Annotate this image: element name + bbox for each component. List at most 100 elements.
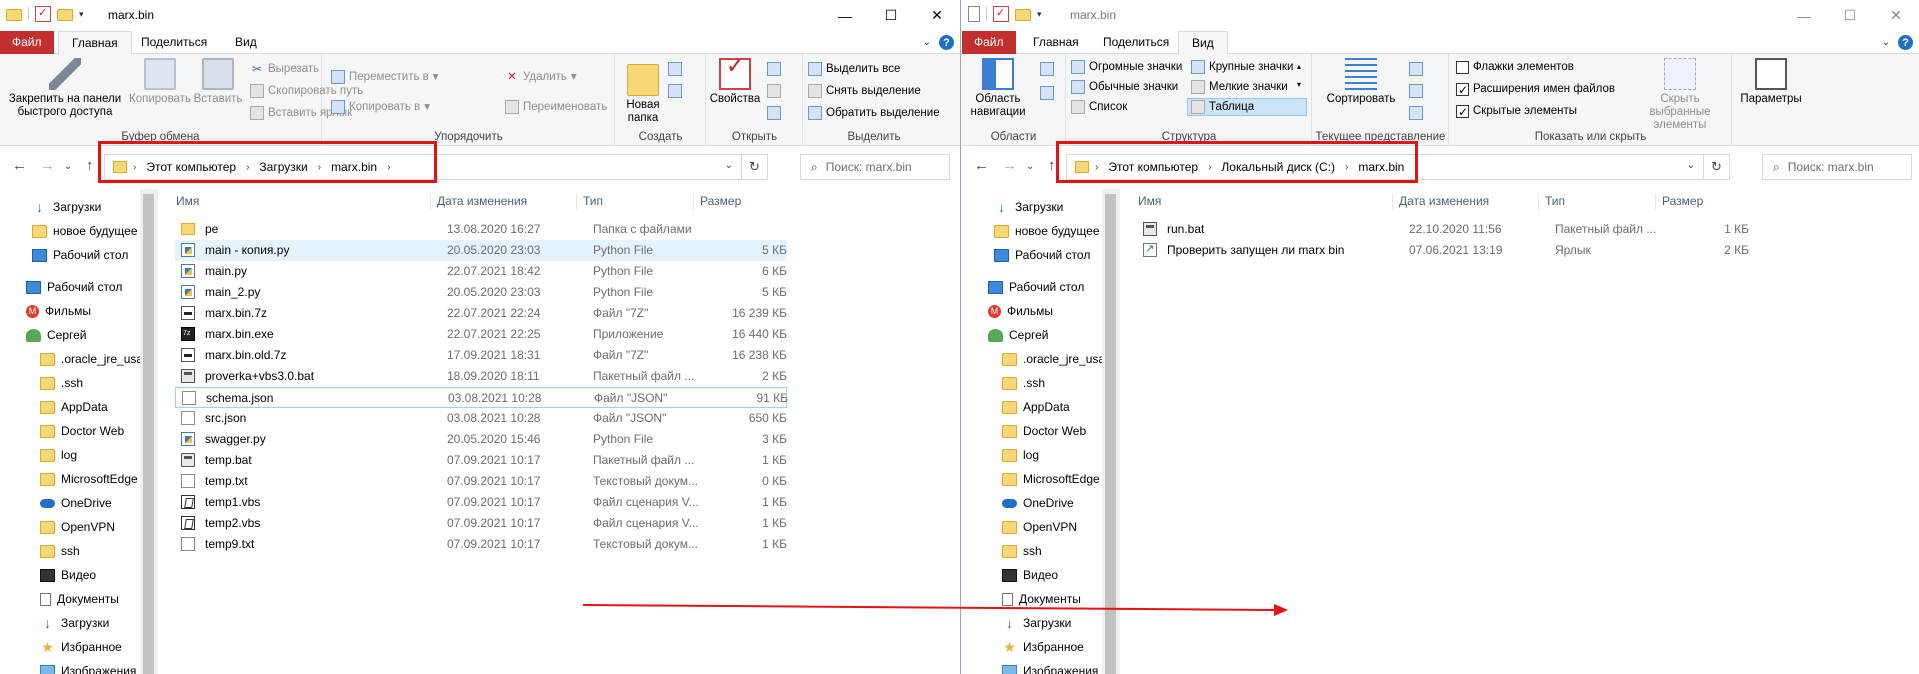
column-name[interactable]: Имя bbox=[170, 194, 430, 210]
table-row[interactable]: Проверить запущен ли marx bin 07.06.2021 … bbox=[1137, 240, 1749, 261]
nav-item[interactable]: ↓ Загрузки bbox=[40, 613, 109, 633]
refresh-icon[interactable]: ↻ bbox=[741, 155, 767, 179]
maximize-button[interactable]: ☐ bbox=[1827, 0, 1873, 31]
table-row[interactable]: src.json 03.08.2021 10:28 Файл "JSON" 650 К… bbox=[175, 408, 787, 429]
table-row[interactable]: swagger.py 20.05.2020 15:46 Python File 3 К… bbox=[175, 429, 787, 450]
scrollbar[interactable] bbox=[140, 189, 158, 674]
nav-item[interactable]: M Фильмы bbox=[988, 301, 1053, 321]
pin-quick-access-button[interactable]: Закрепить на панели быстрого доступа bbox=[4, 58, 126, 119]
nav-item[interactable]: OneDrive bbox=[40, 493, 112, 513]
copy-button[interactable]: Копировать bbox=[126, 58, 194, 106]
nav-item[interactable]: ssh bbox=[40, 541, 80, 561]
nav-item[interactable]: M Фильмы bbox=[26, 301, 91, 321]
edit-button[interactable] bbox=[767, 82, 781, 100]
customize-toolbar-icon[interactable]: ▾ bbox=[1037, 9, 1042, 20]
size-columns-button[interactable] bbox=[1409, 104, 1423, 122]
checkbox-icon[interactable] bbox=[1456, 81, 1469, 99]
nav-item[interactable]: Документы bbox=[1002, 589, 1081, 609]
column-date[interactable]: Дата изменения bbox=[430, 194, 576, 210]
nav-item[interactable]: Рабочий стол bbox=[994, 245, 1090, 265]
layout-medium-icons[interactable]: Обычные значки bbox=[1071, 78, 1178, 96]
nav-item[interactable]: ssh bbox=[1002, 541, 1042, 561]
nav-item[interactable]: Doctor Web bbox=[1002, 421, 1086, 441]
table-row[interactable]: temp1.vbs 07.09.2021 10:17 Файл сценария V… bbox=[175, 492, 787, 513]
nav-item[interactable]: ↓ Загрузки bbox=[1002, 613, 1071, 633]
paste-button[interactable]: Вставить bbox=[190, 58, 246, 106]
layout-list[interactable]: Список bbox=[1071, 98, 1127, 116]
chevron-down-icon[interactable]: ⌄ bbox=[725, 160, 733, 171]
item-checkboxes-toggle[interactable]: Флажки элементов bbox=[1456, 58, 1574, 76]
layout-extra-large-icons[interactable]: Огромные значки bbox=[1071, 58, 1182, 76]
nav-item[interactable]: .ssh bbox=[1002, 373, 1045, 393]
recent-locations-icon[interactable]: ⌄ bbox=[1026, 161, 1034, 172]
help-icon[interactable]: ? bbox=[939, 35, 954, 50]
up-arrow-icon[interactable]: ↑ bbox=[86, 157, 94, 174]
layout-large-icons[interactable]: Крупные значки bbox=[1191, 58, 1293, 76]
move-to-button[interactable]: Переместить в ▾ bbox=[331, 68, 439, 86]
nav-item[interactable]: .oracle_jre_usag bbox=[40, 349, 140, 369]
nav-item[interactable]: Документы bbox=[40, 589, 119, 609]
customize-toolbar-icon[interactable]: ▾ bbox=[79, 9, 84, 20]
layout-scroll-down-icon[interactable]: ▾ bbox=[1297, 76, 1301, 94]
nav-item[interactable]: Рабочий стол bbox=[988, 277, 1084, 297]
file-extensions-toggle[interactable]: Расширения имен файлов bbox=[1456, 80, 1615, 99]
table-row[interactable]: marx.bin.exe 22.07.2021 22:25 Приложение 16… bbox=[175, 324, 787, 345]
nav-item[interactable]: AppData bbox=[40, 397, 108, 417]
nav-item[interactable]: новое будущее bbox=[994, 221, 1100, 241]
group-by-button[interactable] bbox=[1409, 60, 1423, 78]
tab-view[interactable]: Вид bbox=[1178, 31, 1228, 55]
hide-selected-button[interactable]: Скрыть выбранные элементы bbox=[1632, 58, 1728, 132]
new-item-button[interactable] bbox=[668, 60, 682, 78]
help-icon[interactable]: ? bbox=[1898, 35, 1913, 50]
cut-button[interactable]: ✂ Вырезать bbox=[250, 60, 319, 78]
invert-selection-button[interactable]: Обратить выделение bbox=[808, 104, 940, 122]
column-name[interactable]: Имя bbox=[1132, 194, 1392, 210]
sort-by-button[interactable]: Сортировать bbox=[1321, 58, 1401, 106]
column-size[interactable]: Размер bbox=[1655, 194, 1735, 210]
preview-pane-button[interactable] bbox=[1040, 60, 1054, 78]
select-all-button[interactable]: Выделить все bbox=[808, 60, 900, 78]
column-type[interactable]: Тип bbox=[576, 194, 693, 210]
new-folder-icon[interactable] bbox=[1015, 9, 1031, 21]
easy-access-button[interactable] bbox=[668, 82, 682, 100]
nav-item[interactable]: MicrosoftEdge bbox=[1002, 469, 1100, 489]
nav-item[interactable]: ★ Избранное bbox=[40, 637, 122, 657]
table-row[interactable]: main_2.py 20.05.2020 23:03 Python File 5 КБ bbox=[175, 282, 787, 303]
chevron-down-icon[interactable]: ⌄ bbox=[1687, 160, 1695, 171]
forward-arrow-icon[interactable]: → bbox=[1002, 157, 1017, 174]
back-arrow-icon[interactable]: ← bbox=[974, 157, 989, 174]
new-folder-button[interactable]: Новая папка bbox=[618, 58, 668, 125]
scrollbar-thumb[interactable] bbox=[1105, 194, 1116, 674]
table-row[interactable]: main - копия.py 20.05.2020 23:03 Python Fi… bbox=[175, 240, 787, 261]
tab-file[interactable]: Файл bbox=[0, 31, 54, 54]
nav-item[interactable]: log bbox=[1002, 445, 1039, 465]
column-size[interactable]: Размер bbox=[693, 194, 773, 210]
nav-item[interactable]: OpenVPN bbox=[1002, 517, 1077, 537]
tab-view[interactable]: Вид bbox=[222, 31, 270, 54]
nav-item[interactable]: ★ Избранное bbox=[1002, 637, 1084, 657]
properties-icon[interactable] bbox=[993, 6, 1009, 22]
layout-details[interactable]: Таблица bbox=[1187, 98, 1307, 116]
tab-share[interactable]: Поделиться bbox=[128, 31, 220, 54]
table-row[interactable]: schema.json 03.08.2021 10:28 Файл "JSON" 91… bbox=[175, 387, 788, 408]
copy-to-button[interactable]: Копировать в ▾ bbox=[331, 98, 430, 116]
forward-arrow-icon[interactable]: → bbox=[40, 157, 55, 174]
nav-item[interactable]: OneDrive bbox=[1002, 493, 1074, 513]
layout-small-icons[interactable]: Мелкие значки bbox=[1191, 78, 1288, 96]
nav-item[interactable]: log bbox=[40, 445, 77, 465]
scrollbar[interactable] bbox=[1102, 189, 1120, 674]
table-row[interactable]: temp9.txt 07.09.2021 10:17 Текстовый докум… bbox=[175, 534, 787, 555]
close-button[interactable]: ✕ bbox=[1873, 0, 1919, 31]
table-row[interactable]: proverka+vbs3.0.bat 18.09.2020 18:11 Пакет… bbox=[175, 366, 787, 387]
nav-item[interactable]: OpenVPN bbox=[40, 517, 115, 537]
nav-item[interactable]: Видео bbox=[40, 565, 96, 585]
tab-file[interactable]: Файл bbox=[962, 31, 1016, 54]
select-none-button[interactable]: Снять выделение bbox=[808, 82, 921, 100]
checkbox-icon[interactable] bbox=[1456, 60, 1469, 74]
collapse-ribbon-icon[interactable]: ⌄ bbox=[923, 37, 931, 48]
checkbox-icon[interactable] bbox=[1456, 103, 1469, 121]
tab-home[interactable]: Главная bbox=[1020, 31, 1092, 54]
collapse-ribbon-icon[interactable]: ⌄ bbox=[1882, 37, 1890, 48]
open-button[interactable] bbox=[767, 60, 781, 78]
nav-item[interactable]: Изображения bbox=[1002, 661, 1098, 674]
